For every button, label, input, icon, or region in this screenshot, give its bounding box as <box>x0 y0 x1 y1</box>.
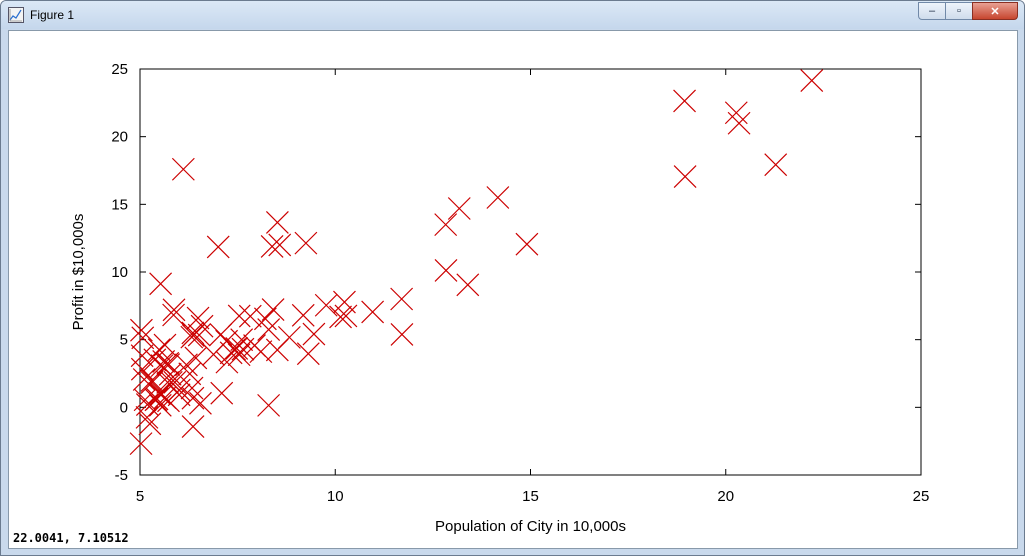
figure-window: Figure 1 – ▫ ✕ 5 10 15 20 25 -5 0 5 10 15 20 25 Popu… <box>0 0 1025 556</box>
y-axis-label: Profit in $10,000s <box>70 214 87 331</box>
plot-area-frame <box>139 68 922 476</box>
x-tick-label: 5 <box>136 488 144 505</box>
y-tick-label: 5 <box>120 332 128 349</box>
y-tick-label: 15 <box>111 196 128 213</box>
figure-canvas-area[interactable]: 5 10 15 20 25 -5 0 5 10 15 20 25 Population of City … <box>8 30 1018 549</box>
y-tick-label: 0 <box>120 399 128 416</box>
y-tick-label: 10 <box>111 264 128 281</box>
minimize-button[interactable]: – <box>918 2 946 20</box>
x-axis-label: Population of City in 10,000s <box>435 518 626 535</box>
x-tick-label: 25 <box>913 488 930 505</box>
restore-icon: ▫ <box>957 5 961 17</box>
title-bar[interactable]: Figure 1 – ▫ ✕ <box>1 1 1024 29</box>
figure-app-icon <box>8 7 24 23</box>
close-icon: ✕ <box>990 5 1000 18</box>
x-tick-label: 15 <box>522 488 539 505</box>
scatter-plot[interactable]: 5 10 15 20 25 -5 0 5 10 15 20 25 Population of City … <box>9 31 1017 548</box>
y-tick-label: 20 <box>111 129 128 146</box>
close-button[interactable]: ✕ <box>972 2 1018 20</box>
x-tick-label: 20 <box>717 488 734 505</box>
y-tick-label: -5 <box>115 467 128 484</box>
x-tick-label: 10 <box>327 488 344 505</box>
cursor-coordinates: 22.0041, 7.10512 <box>13 531 129 545</box>
y-tick-label: 25 <box>111 61 128 78</box>
minimize-icon: – <box>928 5 936 17</box>
window-controls: – ▫ ✕ <box>918 2 1018 22</box>
restore-button[interactable]: ▫ <box>945 2 973 20</box>
window-title: Figure 1 <box>30 8 75 22</box>
